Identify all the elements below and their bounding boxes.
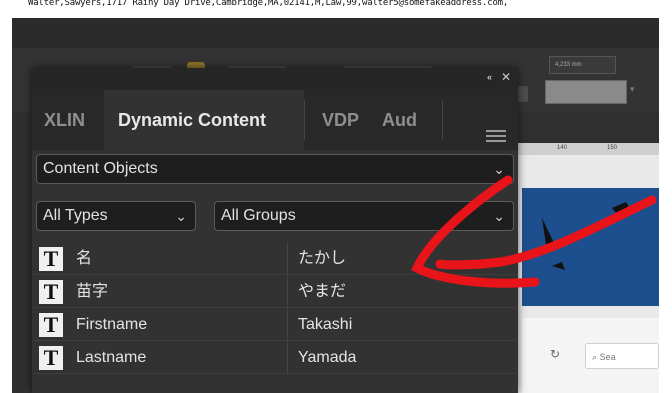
content-type-dropdown[interactable]: Content Objects ⌄ bbox=[36, 154, 514, 184]
object-value: やまだ bbox=[298, 283, 347, 300]
object-name: Lastname bbox=[76, 349, 147, 366]
ruler-tick-label: 150 bbox=[607, 145, 618, 151]
panel-menu-icon[interactable] bbox=[486, 130, 506, 144]
column-divider bbox=[287, 308, 288, 341]
text-object-icon: T bbox=[39, 313, 63, 337]
types-filter-value: All Types bbox=[43, 207, 108, 224]
table-row[interactable]: T Firstname Takashi bbox=[34, 308, 516, 341]
csv-text-strip: Walter,Sawyers,1717 Rainy Day Drive,Camb… bbox=[0, 0, 672, 9]
tab-divider bbox=[442, 100, 443, 140]
panel-header[interactable]: « ✕ bbox=[32, 68, 518, 90]
table-row[interactable]: T 名 たかし bbox=[34, 242, 516, 275]
column-divider bbox=[287, 275, 288, 308]
text-object-icon: T bbox=[39, 346, 63, 370]
content-type-value: Content Objects bbox=[43, 160, 158, 177]
ruler-tick-label: 140 bbox=[557, 145, 568, 151]
panel-tab-bar: XLIN Dynamic Content VDP Aud bbox=[32, 90, 518, 150]
tab-divider bbox=[304, 100, 305, 140]
document-search-input[interactable]: ⌕ Sea bbox=[585, 343, 659, 369]
object-value: Yamada bbox=[298, 349, 357, 366]
document-header-banner bbox=[522, 188, 659, 306]
refresh-icon[interactable]: ↻ bbox=[550, 347, 560, 361]
text-object-icon: T bbox=[39, 280, 63, 304]
tab-vdp[interactable]: VDP bbox=[322, 90, 377, 150]
object-name: 苗字 bbox=[76, 283, 109, 300]
object-name: 名 bbox=[76, 250, 93, 267]
object-value: たかし bbox=[298, 250, 347, 267]
csv-line: Walter,Sawyers,1717 Rainy Day Drive,Camb… bbox=[28, 0, 509, 8]
tab-xliff[interactable]: XLIN bbox=[44, 90, 104, 150]
chevron-down-icon[interactable]: ▾ bbox=[630, 84, 635, 95]
search-icon: ⌕ bbox=[592, 352, 598, 362]
groups-filter-dropdown[interactable]: All Groups ⌄ bbox=[214, 201, 514, 231]
types-filter-dropdown[interactable]: All Types ⌄ bbox=[36, 201, 196, 231]
chevron-down-icon: ⌄ bbox=[175, 208, 187, 224]
text-object-icon: T bbox=[39, 247, 63, 271]
column-divider bbox=[287, 341, 288, 374]
search-placeholder: Sea bbox=[599, 352, 616, 362]
fill-swatch-dropdown[interactable] bbox=[545, 80, 627, 104]
groups-filter-value: All Groups bbox=[221, 207, 296, 224]
horizontal-ruler: 140 150 bbox=[517, 143, 659, 155]
object-value: Takashi bbox=[298, 316, 353, 333]
chevron-down-icon: ⌄ bbox=[493, 208, 505, 224]
app-window: 4,233 mm ▾ 140 150 ↻ ⌕ Sea « ✕ XLIN Dyna… bbox=[12, 18, 659, 393]
app-menu-bar bbox=[12, 18, 659, 48]
stroke-width-field[interactable]: 4,233 mm bbox=[549, 56, 616, 74]
table-row[interactable]: T 苗字 やまだ bbox=[34, 275, 516, 308]
table-row[interactable]: T Lastname Yamada bbox=[34, 341, 516, 374]
object-name: Firstname bbox=[76, 316, 148, 333]
banner-decoration-icon bbox=[542, 202, 632, 270]
column-divider bbox=[287, 242, 288, 275]
content-objects-table: T 名 たかし T 苗字 やまだ T Firstname Takashi T L… bbox=[34, 242, 516, 374]
tab-dynamic-content[interactable]: Dynamic Content bbox=[104, 90, 304, 150]
tab-audit[interactable]: Aud bbox=[382, 90, 437, 150]
chevron-down-icon: ⌄ bbox=[493, 161, 505, 177]
collapse-icon[interactable]: « bbox=[487, 72, 492, 82]
dynamic-content-panel: « ✕ XLIN Dynamic Content VDP Aud Content… bbox=[32, 68, 518, 393]
close-icon[interactable]: ✕ bbox=[501, 70, 511, 84]
